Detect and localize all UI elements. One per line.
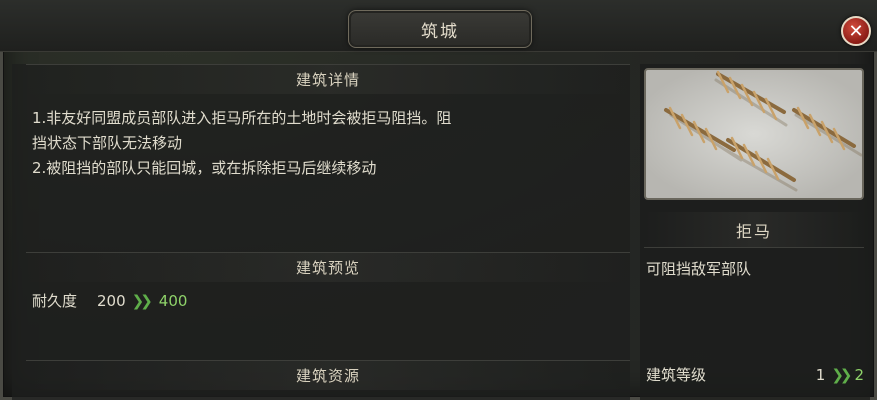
double-chevron-right-icon: ❯❯: [131, 291, 153, 310]
durability-row: 耐久度 200 ❯❯ 400: [32, 290, 187, 311]
preview-header: 建筑预览: [26, 252, 630, 282]
level-new-value: 2: [854, 365, 864, 384]
details-line: 挡状态下部队无法移动: [32, 134, 183, 152]
barricade-preview-image: [644, 68, 864, 200]
window-title: 筑城: [348, 10, 532, 48]
details-line: 2.被阻挡的部队只能回城，或在拆除拒马后继续移动: [32, 159, 377, 177]
close-icon: ✕: [848, 20, 864, 42]
details-header: 建筑详情: [26, 64, 630, 94]
building-info-panel: 建筑详情 1.非友好同盟成员部队进入拒马所在的土地时会被拒马阻挡。阻 挡状态下部…: [12, 64, 630, 400]
title-bar: 筑城 ✕: [0, 0, 877, 52]
item-panel: 拒马 可阻挡敌军部队 建筑等级 1 ❯❯ 2: [640, 64, 870, 400]
durability-label: 耐久度: [32, 292, 78, 310]
resources-header: 建筑资源: [26, 360, 630, 390]
level-values: 1 ❯❯ 2: [816, 366, 864, 384]
double-chevron-right-icon: ❯❯: [831, 365, 852, 384]
item-name: 拒马: [644, 212, 864, 248]
item-description: 可阻挡敌军部队: [646, 260, 752, 278]
close-button[interactable]: ✕: [841, 16, 871, 46]
durability-new-value: 400: [158, 291, 188, 310]
barricade-illustration: [664, 70, 862, 192]
level-old-value: 1: [815, 365, 826, 384]
details-text: 1.非友好同盟成员部队进入拒马所在的土地时会被拒马阻挡。阻 挡状态下部队无法移动…: [32, 106, 628, 181]
durability-old-value: 200: [97, 291, 126, 310]
details-line: 1.非友好同盟成员部队进入拒马所在的土地时会被拒马阻挡。阻: [32, 109, 452, 127]
level-label: 建筑等级: [646, 366, 707, 384]
building-level-row: 建筑等级 1 ❯❯ 2: [646, 364, 864, 385]
